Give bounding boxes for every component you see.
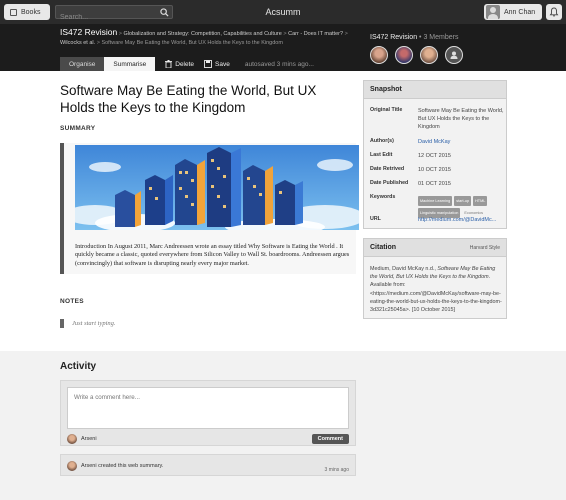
- summary-image: [75, 145, 359, 230]
- comment-box: Arseni Comment: [60, 380, 356, 446]
- tab-summarise[interactable]: Summarise: [104, 57, 156, 71]
- keyword-tag[interactable]: start-up: [454, 196, 472, 206]
- keyword-tags: Machine Learning start-up HTML Linguisti…: [418, 196, 504, 218]
- notes-placeholder: Just start typing.: [72, 319, 116, 327]
- breadcrumb-item-1[interactable]: Globalization and Strategy: Competition,…: [123, 31, 281, 37]
- breadcrumb-item-3[interactable]: Wilcocks et al.: [60, 40, 95, 46]
- bell-icon: [549, 7, 559, 17]
- source-url-link[interactable]: http://medium.com/@DavidMc...: [418, 216, 504, 224]
- member-list: [370, 46, 463, 64]
- summary-text[interactable]: Introduction In August 2011, Marc Andree…: [75, 243, 357, 268]
- notes-input[interactable]: Just start typing.: [60, 318, 260, 328]
- member-avatar[interactable]: [395, 46, 413, 64]
- snapshot-heading: Snapshot: [370, 86, 402, 93]
- save-label: Save: [215, 60, 230, 68]
- avatar: [67, 461, 77, 471]
- user-name: Ann Chan: [504, 8, 536, 16]
- notifications-button[interactable]: [546, 4, 562, 20]
- autosave-status: autosaved 3 mins ago...: [244, 60, 314, 68]
- summary-block[interactable]: Introduction In August 2011, Marc Andree…: [60, 143, 359, 274]
- citation-heading: Citation: [370, 244, 397, 251]
- page-title: Software May Be Eating the World, But UX…: [60, 83, 317, 115]
- avatar: [67, 434, 77, 444]
- save-button[interactable]: Save: [204, 60, 230, 68]
- breadcrumb-course[interactable]: IS472 Revision: [60, 27, 117, 37]
- document-header: IS472 Revision > Globalization and Strat…: [0, 24, 566, 71]
- user-avatar-icon: [486, 5, 500, 19]
- activity-text: Arseni created this web summary.: [81, 463, 164, 469]
- commenter-name: Arseni: [81, 436, 97, 442]
- author-link[interactable]: David McKay: [418, 138, 504, 146]
- user-menu-button[interactable]: Ann Chan: [484, 4, 542, 20]
- delete-label: Delete: [175, 60, 195, 68]
- save-icon: [204, 60, 212, 68]
- top-bar: Books Acsumm Ann Chan: [0, 0, 566, 24]
- breadcrumb-item-4: Software May Be Eating the World, But UX…: [101, 40, 283, 46]
- citation-style-select[interactable]: Harvard Style: [470, 245, 500, 251]
- breadcrumb-item-2[interactable]: Carr - Does IT matter?: [288, 31, 343, 37]
- summary-heading: SUMMARY: [60, 125, 96, 132]
- citation-text[interactable]: Medium, David McKay n.d., Software May B…: [370, 265, 502, 314]
- activity-timestamp: 3 mins ago: [324, 467, 349, 473]
- tab-organise[interactable]: Organise: [60, 57, 105, 71]
- original-title: Software May Be Eating the World, But UX…: [418, 108, 504, 130]
- member-avatar[interactable]: [420, 46, 438, 64]
- breadcrumb: IS472 Revision > Globalization and Strat…: [60, 27, 348, 47]
- group-name[interactable]: IS472 Revision: [370, 34, 417, 41]
- notes-heading: NOTES: [60, 298, 84, 305]
- group-title: IS472 Revision • 3 Members: [370, 34, 459, 41]
- keyword-tag[interactable]: HTML: [473, 196, 488, 206]
- add-member-button[interactable]: [445, 46, 463, 64]
- delete-button[interactable]: Delete: [165, 60, 194, 68]
- comment-button[interactable]: Comment: [311, 434, 349, 444]
- app-title: Acsumm: [265, 7, 301, 17]
- document-toolbar: Organise Summarise Delete Save autosaved…: [60, 57, 314, 71]
- add-user-icon: [450, 51, 458, 59]
- citation-panel: Citation Harvard Style Medium, David McK…: [363, 238, 507, 319]
- activity-item: Arseni created this web summary. 3 mins …: [60, 454, 356, 476]
- comment-input[interactable]: [67, 387, 349, 429]
- member-count: 3 Members: [423, 34, 459, 41]
- snapshot-panel: Snapshot Original Title Software May Be …: [363, 80, 507, 229]
- trash-icon: [165, 60, 173, 68]
- keyword-tag[interactable]: Machine Learning: [418, 196, 453, 206]
- member-avatar[interactable]: [370, 46, 388, 64]
- activity-heading: Activity: [60, 361, 97, 372]
